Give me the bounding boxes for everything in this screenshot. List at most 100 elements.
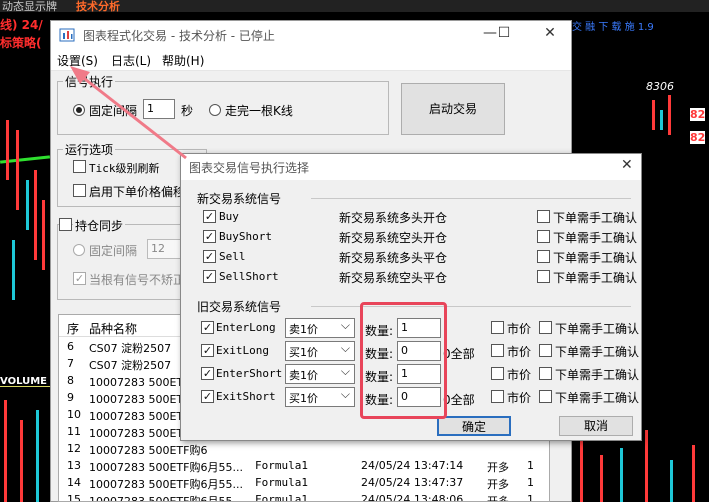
manual-confirm-checkbox[interactable] [537,270,550,283]
market-price-label: 市价 [507,368,532,382]
new-signal-checkbox[interactable]: ✓ [203,250,216,263]
price-select[interactable]: 买1价 [285,387,355,407]
table-row[interactable]: 12 10007283 500ETF购6 [59,441,549,458]
close-button[interactable]: ✕ [535,25,565,45]
table-row[interactable]: 13 10007283 500ETF购6月55... Formula1 24/05/2… [59,458,549,475]
new-signal-desc: 新交易系统多头平仓 [339,251,448,265]
manual-confirm-label: 下单需手工确认 [553,251,638,265]
manual-confirm-checkbox[interactable] [539,367,552,380]
manual-confirm-checkbox[interactable] [539,390,552,403]
candle [652,100,655,130]
tick-refresh-checkbox[interactable] [73,160,86,173]
new-signal-checkbox[interactable]: ✓ [203,230,216,243]
manual-confirm-checkbox[interactable] [539,344,552,357]
table-row[interactable]: 15 10007283 500ETF购6月55... Formula1 24/05/2… [59,492,549,502]
menu-help[interactable]: 帮助(H) [162,52,204,69]
cell-no: 14 [67,476,81,489]
col-header-no: 序 [67,322,80,336]
position-sync-label: 持仓同步 [73,217,126,234]
cell-qty: 1 [527,459,534,472]
cell-direction: 开多 [487,461,509,474]
seconds-label: 秒 [181,104,194,118]
volume-bar [692,445,695,502]
all-label: 0全部 [443,347,475,361]
cell-time: 24/05/24 13:47:37 [361,476,464,489]
price-tag: 82 [690,131,706,144]
volume-bar [645,430,648,502]
fixed-interval-radio[interactable] [73,104,85,116]
old-signal-checkbox[interactable]: ✓ [201,344,214,357]
manual-confirm-label: 下单需手工确认 [553,231,638,245]
volume-bar [580,440,583,502]
dialog-title: 图表交易信号执行选择 [189,161,310,175]
no-correct-checkbox[interactable]: ✓ [73,272,86,285]
volume-bar [670,460,673,502]
quantity-highlight-box [360,302,447,419]
ok-button[interactable]: 确定 [437,416,511,436]
market-price-checkbox[interactable] [491,321,504,334]
menu-settings[interactable]: 设置(S) [57,52,98,69]
interval-input[interactable]: 1 [143,99,175,119]
cell-no: 15 [67,493,81,502]
dialog-close-icon[interactable]: ✕ [621,157,633,173]
cell-name: CS07 淀粉2507 [89,342,172,355]
price-label: 8306 [646,80,674,93]
menu-log[interactable]: 日志(L) [111,52,151,69]
new-signal-name: Buy [219,210,239,223]
sync-fixed-interval-radio[interactable] [73,244,85,256]
new-signal-desc: 新交易系统空头开仓 [339,231,448,245]
new-signal-name: BuyShort [219,230,272,243]
candle [42,200,45,270]
new-signal-section-title: 新交易系统信号 [197,192,282,206]
chart-header-text: 线) 24/ [0,18,43,32]
strategy-text: 标策略( [0,36,42,50]
new-signal-name: SellShort [219,270,279,283]
price-select[interactable]: 卖1价 [285,318,355,338]
manual-confirm-checkbox[interactable] [537,210,550,223]
new-signal-checkbox[interactable]: ✓ [203,270,216,283]
manual-confirm-checkbox[interactable] [539,321,552,334]
market-price-checkbox[interactable] [491,367,504,380]
market-price-checkbox[interactable] [491,390,504,403]
manual-confirm-checkbox[interactable] [537,230,550,243]
old-signal-checkbox[interactable]: ✓ [201,367,214,380]
manual-confirm-label: 下单需手工确认 [553,211,638,225]
market-price-checkbox[interactable] [491,344,504,357]
cell-formula: Formula1 [255,459,308,472]
candle [26,180,29,230]
new-signal-checkbox[interactable]: ✓ [203,210,216,223]
cell-no: 8 [67,374,74,387]
manual-confirm-label: 下单需手工确认 [555,368,640,382]
position-sync-checkbox[interactable] [59,218,72,231]
market-price-label: 市价 [507,345,532,359]
cell-formula: Formula1 [255,476,308,489]
cell-name: 10007283 500ETF购6月55... [89,478,243,491]
price-select[interactable]: 卖1价 [285,364,355,384]
candle [6,120,9,180]
candle [16,130,19,210]
top-tab-bar: 动态显示牌 技术分析 [0,0,709,14]
cell-time: 24/05/24 13:47:14 [361,459,464,472]
volume-bar [20,420,23,502]
tab-technical-analysis[interactable]: 技术分析 [76,0,120,14]
volume-bar [620,448,623,502]
manual-confirm-checkbox[interactable] [537,250,550,263]
candle [12,240,15,300]
maximize-button[interactable]: ☐ [489,25,519,45]
manual-confirm-label: 下单需手工确认 [555,322,640,336]
col-header-name: 品种名称 [89,322,138,336]
price-select[interactable]: 买1价 [285,341,355,361]
bar-complete-radio[interactable] [209,104,221,116]
old-signal-checkbox[interactable]: ✓ [201,321,214,334]
price-tag: 82 [690,108,706,121]
tab-dynamic-board[interactable]: 动态显示牌 [2,0,57,14]
old-signal-checkbox[interactable]: ✓ [201,390,214,403]
old-signal-name: EnterShort [216,367,283,380]
cancel-button[interactable]: 取消 [559,416,633,436]
window-titlebar: 图表程式化交易 - 技术分析 - 已停止 — ☐ ✕ [51,21,571,49]
price-offset-checkbox[interactable] [73,184,86,197]
manual-confirm-label: 下单需手工确认 [555,345,640,359]
table-row[interactable]: 14 10007283 500ETF购6月55... Formula1 24/05/2… [59,475,549,492]
market-price-label: 市价 [507,391,532,405]
start-trading-button[interactable]: 启动交易 [401,83,505,135]
